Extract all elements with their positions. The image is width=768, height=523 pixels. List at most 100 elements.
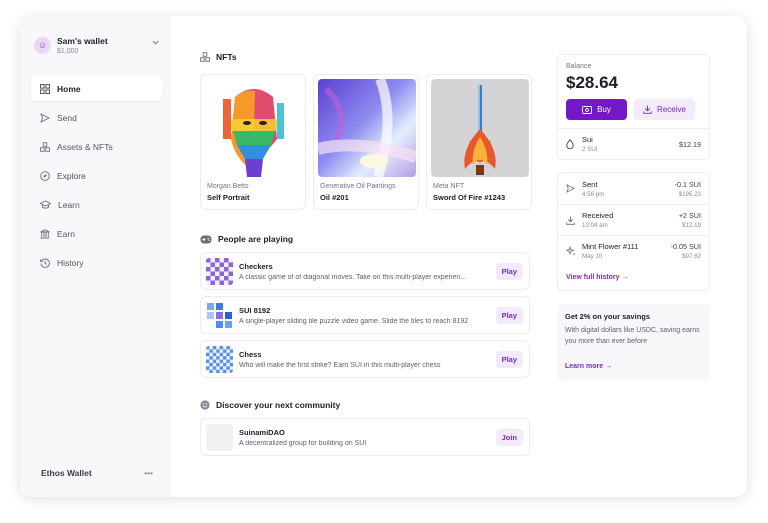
home-icon bbox=[40, 83, 50, 94]
activity-card: Sent 4:56 pm -0.1 SUI $195.23 Received 1… bbox=[557, 172, 710, 291]
community-thumbnail bbox=[206, 423, 233, 451]
gamepad-icon bbox=[200, 235, 212, 243]
game-description: Who will make the first strike? Earn SUI… bbox=[239, 361, 441, 369]
app-window: ☺ Sam's wallet $1,000 Home Send Assets &… bbox=[20, 16, 747, 497]
nft-image-oil-painting bbox=[318, 79, 416, 177]
nft-grid: Morgan Betts Self Portrait Generative Oi… bbox=[200, 74, 532, 210]
download-icon bbox=[566, 216, 576, 225]
sidebar-item-home[interactable]: Home bbox=[31, 76, 163, 101]
assets-icon bbox=[40, 141, 50, 152]
section-title-text: People are playing bbox=[218, 234, 294, 244]
game-thumbnail-sui-8192 bbox=[206, 301, 233, 329]
community-description: A decentralized group for building on SU… bbox=[239, 439, 367, 447]
activity-row[interactable]: Mint Flower #111 May 10 -0.05 SUI $97.62 bbox=[558, 235, 709, 266]
wallet-name: Sam's wallet bbox=[57, 35, 108, 46]
sidebar-item-history[interactable]: History bbox=[31, 250, 163, 275]
sidebar-item-explore[interactable]: Explore bbox=[31, 163, 163, 188]
savings-promo: Get 2% on your savings With digital doll… bbox=[557, 304, 710, 381]
buy-label: Buy bbox=[597, 105, 611, 114]
wallet-amount: $1,000 bbox=[57, 47, 79, 55]
nft-collection: Meta NFT bbox=[433, 183, 465, 190]
activity-row[interactable]: Received 10:04 am +2 SUI $12.19 bbox=[558, 204, 709, 235]
list-item[interactable]: Checkers A classic game of of diagonal m… bbox=[200, 252, 530, 290]
receive-label: Receive bbox=[657, 105, 686, 114]
activity-time: May 10 bbox=[582, 253, 603, 260]
nft-name: Self Portrait bbox=[207, 193, 250, 202]
wallet-switcher[interactable]: ☺ Sam's wallet $1,000 bbox=[34, 32, 160, 58]
activity-name: Received bbox=[582, 211, 614, 220]
list-item[interactable]: SUI 8192 A single-player sliding tile pu… bbox=[200, 296, 530, 334]
list-item[interactable]: SuinamiDAO A decentralized group for bui… bbox=[200, 418, 530, 456]
sidebar-item-assets[interactable]: Assets & NFTs bbox=[31, 134, 163, 159]
game-description: A classic game of of diagonal moves. Tak… bbox=[239, 273, 467, 281]
avatar: ☺ bbox=[34, 36, 51, 54]
nft-collection: Morgan Betts bbox=[207, 183, 249, 190]
nft-collection: Generative Oil Paintings bbox=[320, 183, 396, 190]
nft-card[interactable]: Generative Oil Paintings Oil #201 bbox=[313, 74, 419, 210]
activity-usd: $12.19 bbox=[682, 222, 701, 229]
buy-button[interactable]: Buy bbox=[566, 99, 627, 120]
activity-usd: $97.62 bbox=[682, 253, 701, 260]
play-button[interactable]: Play bbox=[495, 262, 523, 280]
chevron-down-icon[interactable] bbox=[151, 38, 160, 47]
section-title-text: Discover your next community bbox=[216, 400, 341, 410]
sidebar-item-earn[interactable]: Earn bbox=[31, 221, 163, 246]
sidebar-footer: Ethos Wallet ••• bbox=[41, 468, 153, 478]
activity-row[interactable]: Sent 4:56 pm -0.1 SUI $195.23 bbox=[558, 173, 709, 204]
sidebar-nav: Home Send Assets & NFTs Explore Learn Ea… bbox=[31, 76, 163, 279]
play-button[interactable]: Play bbox=[495, 306, 523, 324]
activity-time: 4:56 pm bbox=[582, 190, 605, 198]
activity-name: Mint Flower #111 bbox=[582, 242, 639, 251]
sidebar-item-label: Earn bbox=[57, 228, 75, 239]
learn-more-link[interactable]: Learn more → bbox=[565, 363, 612, 370]
games-list: Checkers A classic game of of diagonal m… bbox=[200, 252, 532, 378]
section-title-text: NFTs bbox=[216, 52, 237, 62]
history-icon bbox=[40, 258, 50, 268]
view-full-history-link[interactable]: View full history → bbox=[566, 274, 629, 281]
nft-card[interactable]: Meta NFT Sword Of Fire #1243 bbox=[426, 74, 532, 210]
list-item[interactable]: Chess Who will make the first strike? Ea… bbox=[200, 340, 530, 378]
nft-name: Sword Of Fire #1243 bbox=[433, 193, 506, 202]
community-list: SuinamiDAO A decentralized group for bui… bbox=[200, 418, 532, 456]
games-section-title: People are playing bbox=[200, 232, 532, 246]
sidebar-item-label: Send bbox=[57, 112, 77, 123]
balance-value: $28.64 bbox=[566, 73, 618, 92]
wallet-icon bbox=[582, 105, 593, 114]
join-button[interactable]: Join bbox=[495, 428, 523, 446]
sidebar-item-label: Learn bbox=[58, 199, 80, 210]
activity-amount: -0.05 SUI bbox=[670, 242, 701, 251]
nft-card[interactable]: Morgan Betts Self Portrait bbox=[200, 74, 306, 210]
sidebar-item-send[interactable]: Send bbox=[31, 105, 163, 130]
balance-label: Balance bbox=[566, 63, 592, 70]
play-button[interactable]: Play bbox=[495, 350, 523, 368]
token-row[interactable]: Sui 2 SUI $12.19 bbox=[558, 128, 709, 159]
sidebar: ☺ Sam's wallet $1,000 Home Send Assets &… bbox=[20, 16, 170, 497]
sparkle-icon bbox=[566, 246, 576, 256]
game-description: A single-player sliding tile puzzle vide… bbox=[239, 317, 469, 325]
right-panel: Balance $28.64 Buy Receive Sui 2 SUI $12… bbox=[557, 54, 710, 381]
bank-icon bbox=[40, 228, 50, 238]
community-name: SuinamiDAO bbox=[239, 427, 285, 437]
nft-name: Oil #201 bbox=[320, 193, 349, 202]
balance-card: Balance $28.64 Buy Receive Sui 2 SUI $12… bbox=[557, 54, 710, 160]
graduation-cap-icon bbox=[40, 199, 51, 209]
sidebar-item-learn[interactable]: Learn bbox=[31, 192, 163, 217]
sidebar-item-label: History bbox=[57, 257, 84, 268]
activity-usd: $195.23 bbox=[678, 190, 701, 198]
download-icon bbox=[643, 105, 652, 114]
sui-drop-icon bbox=[566, 139, 576, 149]
game-thumbnail-chess bbox=[206, 345, 233, 373]
sidebar-item-label: Home bbox=[57, 83, 81, 94]
activity-amount: +2 SUI bbox=[678, 211, 701, 220]
nft-image-sword bbox=[431, 79, 529, 177]
game-thumbnail-checkers bbox=[206, 257, 233, 285]
token-amount: 2 SUI bbox=[582, 146, 598, 153]
nft-image-portrait bbox=[205, 79, 303, 177]
wallet-brand-label: Ethos Wallet bbox=[41, 468, 92, 478]
nfts-section-title: NFTs bbox=[200, 50, 532, 64]
main-content: NFTs Morgan Betts Self Portrait Generati… bbox=[200, 50, 532, 456]
receive-button[interactable]: Receive bbox=[634, 99, 695, 120]
activity-amount: -0.1 SUI bbox=[674, 179, 701, 189]
assets-icon bbox=[200, 52, 210, 62]
more-options-icon[interactable]: ••• bbox=[144, 468, 153, 478]
